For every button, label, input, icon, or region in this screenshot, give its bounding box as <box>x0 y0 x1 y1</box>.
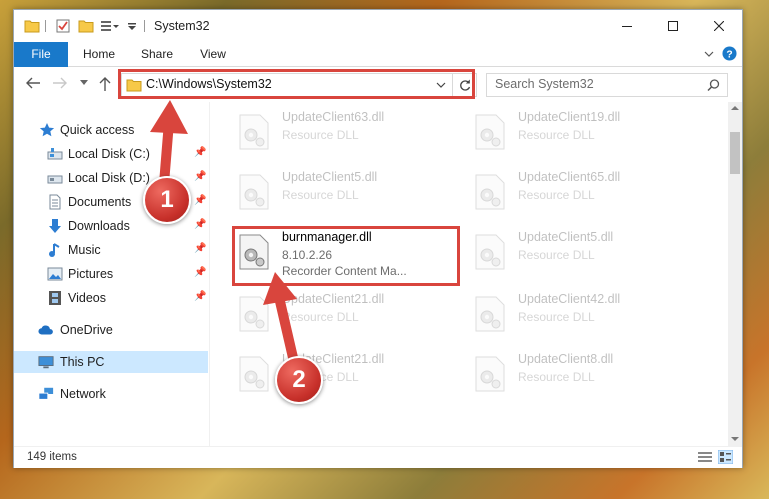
step-2-badge: 2 <box>275 356 323 404</box>
step-1-badge: 1 <box>143 176 191 224</box>
pointer-arrow-1 <box>150 100 302 380</box>
